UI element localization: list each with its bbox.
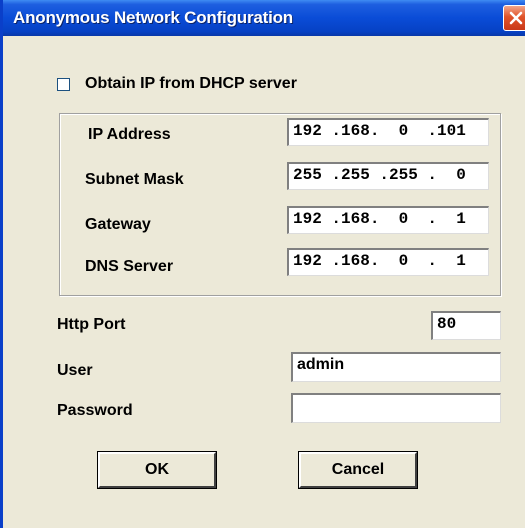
gateway-field[interactable]: 192 .168. 0 . 1 [287, 206, 489, 234]
user-field[interactable]: admin [291, 352, 501, 382]
user-label: User [57, 362, 93, 379]
ip-address-label: IP Address [88, 126, 171, 143]
password-field[interactable] [291, 393, 501, 423]
dialog-window: Anonymous Network Configuration Obtain I… [0, 0, 525, 528]
window-title: Anonymous Network Configuration [13, 8, 293, 27]
dns-server-field[interactable]: 192 .168. 0 . 1 [287, 248, 489, 276]
ip-address-field[interactable]: 192 .168. 0 .101 [287, 118, 489, 146]
dhcp-checkbox[interactable] [57, 78, 70, 91]
http-port-label: Http Port [57, 316, 126, 333]
subnet-mask-field[interactable]: 255 .255 .255 . 0 [287, 162, 489, 190]
close-button[interactable] [503, 5, 525, 31]
gateway-label: Gateway [85, 216, 151, 233]
cancel-button[interactable]: Cancel [298, 451, 418, 489]
http-port-field[interactable]: 80 [431, 311, 501, 340]
close-icon [509, 11, 523, 25]
dhcp-label: Obtain IP from DHCP server [85, 75, 297, 92]
dns-server-label: DNS Server [85, 258, 174, 275]
title-bar[interactable]: Anonymous Network Configuration [3, 0, 525, 36]
password-label: Password [57, 402, 133, 419]
ok-button[interactable]: OK [97, 451, 217, 489]
subnet-mask-label: Subnet Mask [85, 171, 184, 188]
